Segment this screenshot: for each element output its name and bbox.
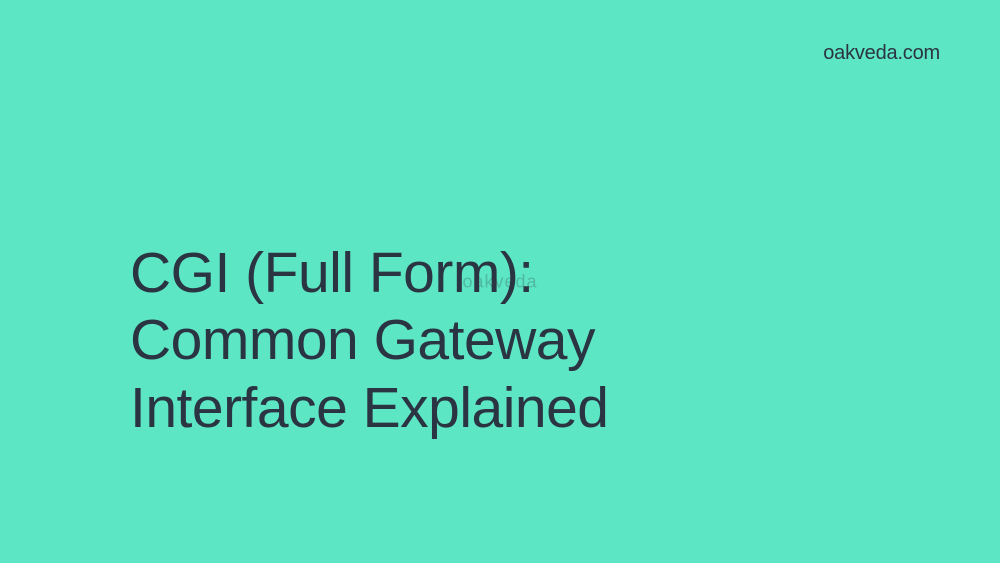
watermark-text: oakveda: [462, 271, 537, 292]
title-line-3: Interface Explained: [130, 375, 608, 442]
brand-label: oakveda.com: [823, 42, 940, 65]
title-line-2: Common Gateway: [130, 307, 608, 374]
